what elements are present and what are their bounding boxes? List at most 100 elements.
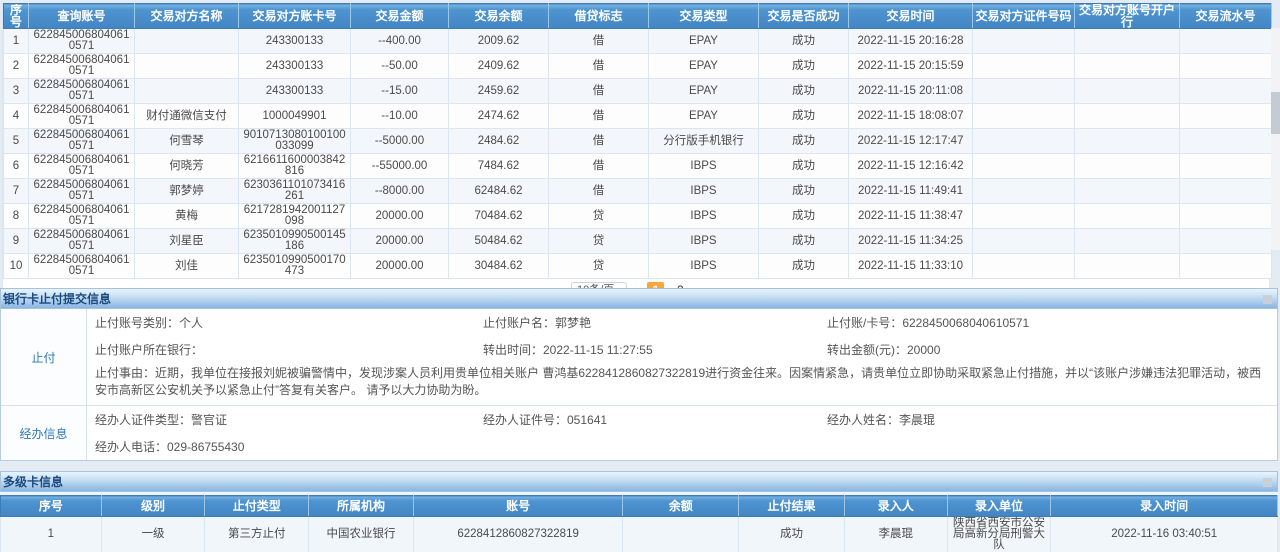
table-row[interactable]: 66228450068040610571何晓芳62166116000038428… bbox=[4, 154, 1272, 179]
table-cell: 3 bbox=[4, 79, 29, 104]
table-row[interactable]: 36228450068040610571243300133--15.002459… bbox=[4, 79, 1272, 104]
table-cell: 2022-11-15 11:38:47 bbox=[849, 204, 973, 229]
table-cell: IBPS bbox=[649, 154, 759, 179]
field-account-bank: 止付账户所在银行： bbox=[95, 341, 483, 358]
table-cell: 243300133 bbox=[239, 79, 351, 104]
column-header: 序号 bbox=[4, 4, 29, 29]
panel-title: 多级卡信息 bbox=[3, 475, 63, 489]
column-header: 交易对方账卡号 bbox=[239, 4, 351, 29]
table-cell bbox=[1075, 229, 1180, 254]
table-cell: 8 bbox=[4, 204, 29, 229]
table-cell: 陕西省西安市公安局高新分局刑警大队 bbox=[947, 517, 1051, 552]
group-label-stop-payment: 止付 bbox=[1, 309, 87, 405]
table-row[interactable]: 56228450068040610571何雪琴90107130801001000… bbox=[4, 129, 1272, 154]
table-cell: 9010713080100100033099 bbox=[239, 129, 351, 154]
panel-corner-icon[interactable] bbox=[1263, 478, 1272, 487]
table-cell: 2022-11-15 12:17:47 bbox=[849, 129, 973, 154]
table-cell: 贷 bbox=[549, 254, 649, 279]
table-cell: 243300133 bbox=[239, 54, 351, 79]
table-cell: EPAY bbox=[649, 79, 759, 104]
column-header: 交易对方账号开户行 bbox=[1075, 4, 1180, 29]
table-cell: 刘星臣 bbox=[135, 229, 239, 254]
table-cell: 6 bbox=[4, 154, 29, 179]
table-cell: 2022-11-15 20:16:28 bbox=[849, 29, 973, 54]
panel-corner-icon[interactable] bbox=[1263, 295, 1272, 304]
column-header: 交易对方名称 bbox=[135, 4, 239, 29]
column-header: 录入人 bbox=[844, 496, 947, 517]
table-cell: 6216611600003842816 bbox=[239, 154, 351, 179]
table-cell: 5 bbox=[4, 129, 29, 154]
scrollbar-track[interactable] bbox=[1271, 28, 1280, 250]
table-row[interactable]: 96228450068040610571刘星臣62350109905001451… bbox=[4, 229, 1272, 254]
table-cell: 20000.00 bbox=[351, 204, 449, 229]
table-cell: 50484.62 bbox=[449, 229, 549, 254]
table-cell bbox=[973, 79, 1075, 104]
field-row: 经办人电话：029-86755430 bbox=[95, 433, 1269, 460]
transaction-query-results: 序号查询账号交易对方名称交易对方账卡号交易金额交易余额借贷标志交易类型交易是否成… bbox=[2, 3, 1270, 302]
stop-payment-group: 止付 止付账号类别：个人 止付账户名：郭梦艳 止付账/卡号：6228450068… bbox=[1, 309, 1277, 406]
multi-card-table: 序号级别止付类型所属机构账号余额止付结果录入人录入单位录入时间 1一级第三方止付… bbox=[0, 495, 1278, 552]
table-cell: 2 bbox=[4, 54, 29, 79]
table-cell bbox=[973, 254, 1075, 279]
table-cell: EPAY bbox=[649, 54, 759, 79]
table-cell: 7 bbox=[4, 179, 29, 204]
column-header: 账号 bbox=[413, 496, 622, 517]
table-cell: 2474.62 bbox=[449, 104, 549, 129]
table-cell: --55000.00 bbox=[351, 154, 449, 179]
table-cell: 30484.62 bbox=[449, 254, 549, 279]
table-cell: 2009.62 bbox=[449, 29, 549, 54]
table-cell: EPAY bbox=[649, 104, 759, 129]
panel-title: 银行卡止付提交信息 bbox=[3, 292, 111, 306]
table-row[interactable]: 106228450068040610571刘佳62350109905001704… bbox=[4, 254, 1272, 279]
table-cell bbox=[1075, 254, 1180, 279]
table-cell: 成功 bbox=[759, 104, 849, 129]
table-cell: 6230361101073416261 bbox=[239, 179, 351, 204]
table-cell: 刘佳 bbox=[135, 254, 239, 279]
table-row[interactable]: 86228450068040610571黄梅621728194200112709… bbox=[4, 204, 1272, 229]
table-cell bbox=[973, 54, 1075, 79]
table-cell: 2022-11-15 11:49:41 bbox=[849, 179, 973, 204]
column-header: 交易类型 bbox=[649, 4, 759, 29]
table-cell bbox=[1180, 104, 1272, 129]
table-cell bbox=[1180, 229, 1272, 254]
table-cell: --5000.00 bbox=[351, 129, 449, 154]
field-handler-id-type: 经办人证件类型：警官证 bbox=[95, 411, 483, 428]
field-handler-name: 经办人姓名：李晨琨 bbox=[827, 411, 1269, 428]
table-cell: 财付通微信支付 bbox=[135, 104, 239, 129]
table-cell: IBPS bbox=[649, 204, 759, 229]
multi-card-panel-body: 序号级别止付类型所属机构账号余额止付结果录入人录入单位录入时间 1一级第三方止付… bbox=[0, 492, 1278, 552]
table-cell: --10.00 bbox=[351, 104, 449, 129]
table-cell bbox=[1075, 79, 1180, 104]
table-cell: 成功 bbox=[759, 229, 849, 254]
table-cell bbox=[973, 204, 1075, 229]
table-row[interactable]: 16228450068040610571243300133--400.00200… bbox=[4, 29, 1272, 54]
table-cell: 成功 bbox=[759, 129, 849, 154]
table-cell: 借 bbox=[549, 154, 649, 179]
field-transfer-time: 转出时间：2022-11-15 11:27:55 bbox=[483, 341, 827, 358]
table-cell: 6228450068040610571 bbox=[29, 204, 135, 229]
table-row[interactable]: 76228450068040610571郭梦婷62303611010734162… bbox=[4, 179, 1272, 204]
table-cell: --400.00 bbox=[351, 29, 449, 54]
column-header: 交易流水号 bbox=[1180, 4, 1272, 29]
table-cell: 李晨琨 bbox=[844, 517, 947, 552]
table-cell bbox=[1180, 204, 1272, 229]
table-cell: --15.00 bbox=[351, 79, 449, 104]
table-cell: 6228450068040610571 bbox=[29, 104, 135, 129]
table-cell: 6228450068040610571 bbox=[29, 179, 135, 204]
table-cell: 2409.62 bbox=[449, 54, 549, 79]
table-cell: 10 bbox=[4, 254, 29, 279]
scrollbar-thumb[interactable] bbox=[1271, 92, 1280, 134]
table-cell: 黄梅 bbox=[135, 204, 239, 229]
table-cell bbox=[1075, 54, 1180, 79]
stop-payment-panel-header: 银行卡止付提交信息 bbox=[0, 288, 1278, 309]
table-cell: IBPS bbox=[649, 254, 759, 279]
table-row[interactable]: 46228450068040610571财付通微信支付1000049901--1… bbox=[4, 104, 1272, 129]
table-row[interactable]: 1一级第三方止付中国农业银行6228412860827322819成功李晨琨陕西… bbox=[1, 517, 1278, 552]
table-row[interactable]: 26228450068040610571243300133--50.002409… bbox=[4, 54, 1272, 79]
column-header: 交易余额 bbox=[449, 4, 549, 29]
multi-card-panel-header: 多级卡信息 bbox=[0, 471, 1278, 492]
table-cell: 成功 bbox=[759, 179, 849, 204]
table-cell bbox=[1180, 79, 1272, 104]
table-cell: 2459.62 bbox=[449, 79, 549, 104]
column-header: 录入时间 bbox=[1051, 496, 1278, 517]
